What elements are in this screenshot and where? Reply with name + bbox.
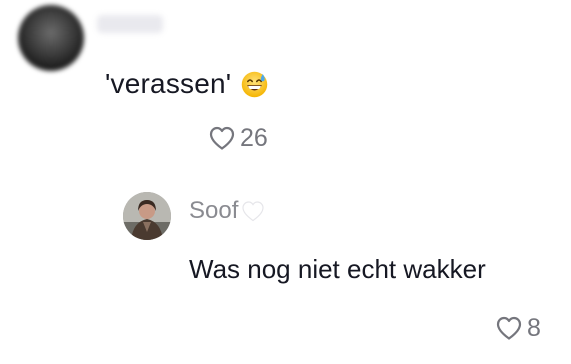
- reply-like-button[interactable]: 8: [495, 314, 541, 342]
- reply-username-row[interactable]: Soof: [189, 196, 265, 226]
- comment-text: 'verassen': [105, 68, 232, 99]
- comment-like-count: 26: [240, 124, 268, 152]
- reply-text: Was nog niet echt wakker: [189, 254, 486, 284]
- comment-like-button[interactable]: 26: [208, 124, 268, 152]
- reply-like-count: 8: [527, 314, 541, 342]
- commenter-avatar[interactable]: [18, 5, 84, 71]
- white-heart-icon: [241, 200, 265, 222]
- heart-outline-icon: [208, 125, 236, 151]
- grinning-face-with-sweat-icon: [241, 71, 268, 98]
- reply-username[interactable]: Soof: [189, 196, 238, 226]
- commenter-username-blurred[interactable]: [97, 15, 163, 33]
- reply-avatar[interactable]: [123, 192, 171, 240]
- comment-body: 'verassen': [105, 67, 268, 101]
- heart-outline-icon: [495, 315, 523, 341]
